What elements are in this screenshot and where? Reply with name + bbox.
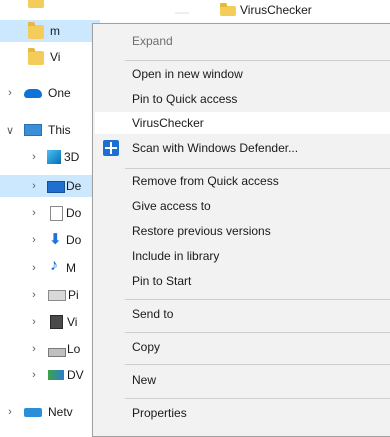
menu-item-give-access[interactable]: Give access to › xyxy=(95,195,390,217)
onedrive-cloud-icon xyxy=(24,89,42,98)
context-menu: Expand Open in new window Pin to Quick a… xyxy=(92,23,390,437)
menu-item-expand[interactable]: Expand xyxy=(95,30,390,52)
nav-item-music[interactable]: › ♪ M xyxy=(0,257,100,279)
menu-separator xyxy=(125,398,390,399)
chevron-right-icon[interactable]: › xyxy=(28,289,40,301)
menu-separator xyxy=(125,299,390,300)
chevron-right-icon[interactable]: › xyxy=(28,180,40,192)
nav-item-3d-objects[interactable]: › 3D xyxy=(0,146,100,168)
nav-item-videos[interactable]: › Vi xyxy=(0,311,100,333)
menu-separator xyxy=(125,332,390,333)
network-icon xyxy=(24,408,42,417)
navigation-pane: m Vi › One ∨ This › 3D › De › Do › ⬇ Do … xyxy=(0,0,100,431)
nav-item-label: Do xyxy=(66,206,82,220)
music-icon: ♪ xyxy=(50,257,58,274)
documents-icon xyxy=(50,206,63,221)
downloads-icon: ⬇ xyxy=(49,231,62,248)
this-pc-icon xyxy=(24,124,42,136)
menu-item-label: Restore previous versions xyxy=(132,224,271,238)
desktop-icon xyxy=(47,181,65,193)
folder-icon xyxy=(28,22,44,39)
menu-item-pin-quick-access[interactable]: Pin to Quick access xyxy=(95,88,390,110)
chevron-right-icon[interactable]: › xyxy=(4,406,16,418)
menu-separator xyxy=(125,60,390,61)
nav-item-this-pc[interactable]: ∨ This xyxy=(0,119,100,141)
nav-item-label: Pi xyxy=(68,288,79,302)
chevron-right-icon[interactable]: › xyxy=(28,207,40,219)
chevron-right-icon[interactable]: › xyxy=(28,262,40,274)
menu-item-include-library[interactable]: Include in library › xyxy=(95,245,390,267)
menu-item-open-new-window[interactable]: Open in new window xyxy=(95,63,390,85)
menu-item-label: Give access to xyxy=(132,199,211,213)
nav-item-label: Netv xyxy=(48,405,73,419)
nav-item-label: 3D xyxy=(64,150,80,164)
menu-item-send-to[interactable]: Send to › xyxy=(95,303,390,325)
menu-separator xyxy=(125,364,390,365)
windows-defender-shield-icon xyxy=(103,140,119,156)
menu-item-label: Copy xyxy=(132,340,161,354)
nav-item-dvd-drive[interactable]: › DV xyxy=(0,364,100,386)
menu-item-viruschecker[interactable]: VirusChecker xyxy=(95,112,390,134)
chevron-right-icon[interactable]: › xyxy=(28,234,40,246)
menu-item-remove-quick-access[interactable]: Remove from Quick access xyxy=(95,170,390,192)
menu-item-scan-defender[interactable]: Scan with Windows Defender... xyxy=(95,137,390,159)
folder-icon xyxy=(220,3,236,16)
menu-item-label: Remove from Quick access xyxy=(132,174,279,188)
nav-item-label: DV xyxy=(67,368,84,382)
menu-item-label: Scan with Windows Defender... xyxy=(132,141,299,155)
menu-item-label: Open in new window xyxy=(132,67,243,81)
nav-item-label: One xyxy=(48,86,71,100)
videos-icon xyxy=(50,315,63,329)
menu-item-copy[interactable]: Copy xyxy=(95,336,390,358)
nav-item-label: De xyxy=(66,179,82,193)
file-item-viruschecker[interactable]: VirusChecker xyxy=(240,3,312,17)
nav-item-desktop[interactable]: › De xyxy=(0,175,100,197)
3d-objects-icon xyxy=(47,150,61,164)
chevron-right-icon[interactable]: › xyxy=(28,316,40,328)
nav-item-folder-vi[interactable]: Vi xyxy=(0,46,100,68)
nav-item-label: M xyxy=(66,261,76,275)
menu-item-new[interactable]: New › xyxy=(95,369,390,391)
menu-item-label: Include in library xyxy=(132,249,220,263)
nav-item-folder-top[interactable] xyxy=(0,0,100,10)
content-divider xyxy=(175,12,189,14)
nav-item-label: Lo xyxy=(67,342,81,356)
chevron-right-icon[interactable]: › xyxy=(28,151,40,163)
chevron-right-icon[interactable]: › xyxy=(4,87,16,99)
menu-item-label: Pin to Start xyxy=(132,274,192,288)
nav-item-local-disk[interactable]: › Lo xyxy=(0,338,100,360)
menu-item-properties[interactable]: Properties xyxy=(95,402,390,424)
menu-item-restore-versions[interactable]: Restore previous versions xyxy=(95,220,390,242)
menu-item-label: New xyxy=(132,373,157,387)
menu-item-label: Properties xyxy=(132,406,187,420)
chevron-right-icon[interactable]: › xyxy=(28,343,40,355)
folder-icon xyxy=(28,0,44,8)
nav-item-label: Vi xyxy=(50,50,61,64)
menu-item-label: VirusChecker xyxy=(132,116,204,130)
nav-item-documents[interactable]: › Do xyxy=(0,202,100,224)
dvd-drive-icon xyxy=(48,370,64,380)
folder-icon xyxy=(28,48,44,65)
menu-separator xyxy=(125,168,390,169)
nav-item-downloads[interactable]: › ⬇ Do xyxy=(0,229,100,251)
local-disk-icon xyxy=(48,348,66,357)
nav-item-folder-m[interactable]: m xyxy=(0,20,100,42)
menu-item-label: Expand xyxy=(132,34,173,48)
menu-item-label: Send to xyxy=(132,307,174,321)
nav-item-label: This xyxy=(48,123,71,137)
chevron-down-icon[interactable]: ∨ xyxy=(4,124,16,137)
menu-item-pin-start[interactable]: Pin to Start xyxy=(95,270,390,292)
pictures-icon xyxy=(48,290,66,301)
nav-item-label: Vi xyxy=(67,315,78,329)
menu-item-label: Pin to Quick access xyxy=(132,92,238,106)
nav-item-label: Do xyxy=(66,233,82,247)
chevron-right-icon[interactable]: › xyxy=(28,369,40,381)
nav-item-onedrive[interactable]: › One xyxy=(0,82,100,104)
nav-item-label: m xyxy=(50,24,60,38)
nav-item-network[interactable]: › Netv xyxy=(0,401,100,423)
nav-item-pictures[interactable]: › Pi xyxy=(0,284,100,306)
